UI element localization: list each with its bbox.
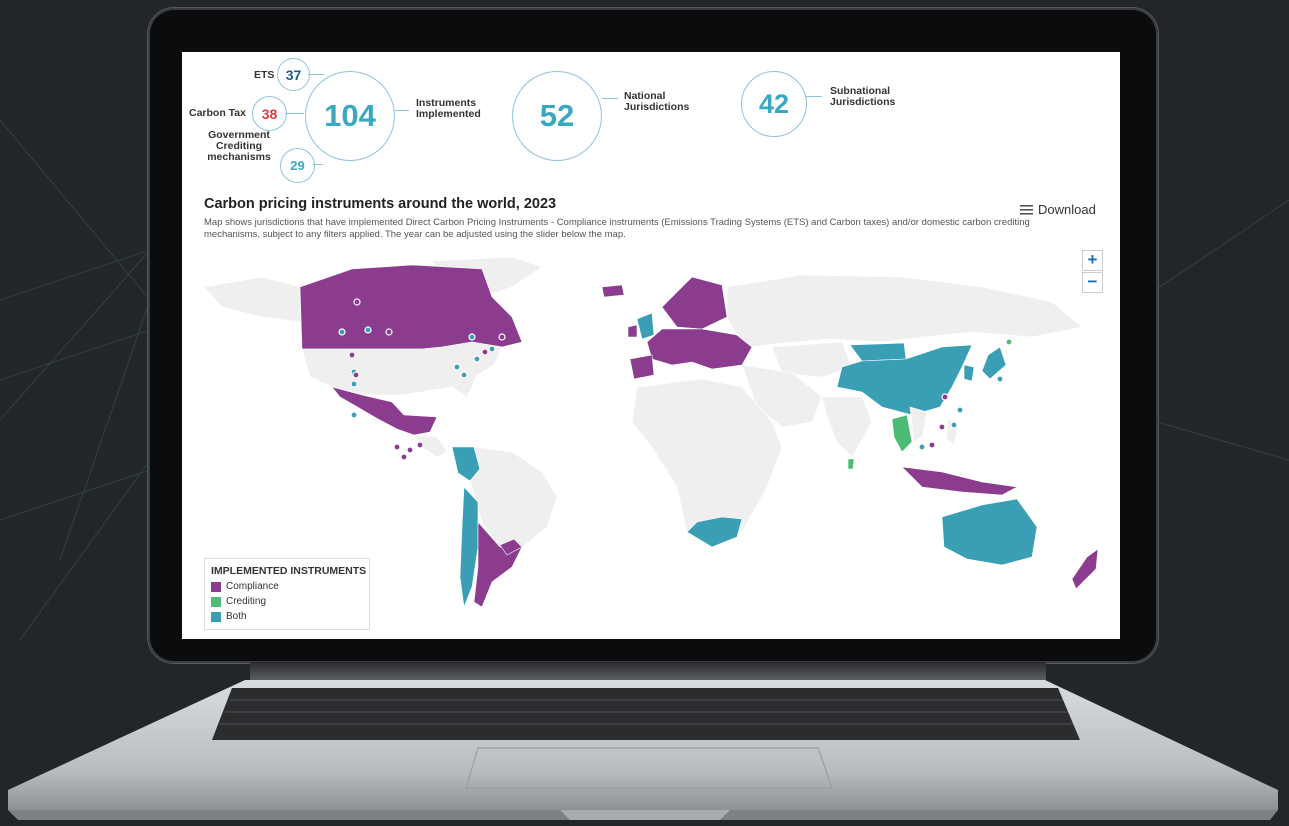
compliance-swatch — [211, 581, 221, 592]
korea — [963, 364, 975, 382]
crediting-swatch — [211, 596, 221, 607]
ets-label: ETS — [254, 69, 275, 81]
europe — [646, 328, 753, 370]
subnational-dot — [338, 328, 346, 336]
ireland — [627, 324, 638, 338]
national-count-circle: 52 — [512, 71, 602, 161]
legend-label: Crediting — [226, 596, 267, 607]
subnational-dot — [498, 333, 506, 341]
indonesia — [901, 466, 1018, 496]
subnational-count-circle: 42 — [741, 71, 807, 137]
subnational-dot — [416, 441, 424, 449]
sri-lanka — [847, 458, 855, 470]
subnational-dot — [350, 380, 358, 388]
australia — [941, 498, 1038, 566]
subnational-dot — [941, 393, 949, 401]
download-button[interactable]: Download — [1020, 202, 1096, 217]
vietnam — [909, 406, 928, 443]
crediting-count-circle: 29 — [280, 148, 315, 183]
legend-item-crediting[interactable]: Crediting — [211, 595, 369, 608]
map-legend: IMPLEMENTED INSTRUMENTS Compliance Credi… — [204, 558, 370, 630]
subnational-dot — [350, 411, 358, 419]
subnational-dot — [364, 326, 372, 334]
carbon-tax-label: Carbon Tax — [189, 107, 246, 119]
subnational-dot — [406, 446, 414, 454]
subnational-dot — [353, 298, 361, 306]
subnational-dot — [488, 345, 496, 353]
zoom-in-button[interactable]: + — [1082, 250, 1103, 271]
iceland — [601, 284, 625, 298]
subnational-dot — [996, 375, 1004, 383]
carbon-tax-count-circle: 38 — [252, 96, 287, 131]
screen: 37 ETS 38 Carbon Tax 29 Government Credi… — [182, 52, 1120, 639]
ets-count-circle: 37 — [277, 58, 310, 91]
subnational-dot — [348, 351, 356, 359]
national-label: National Jurisdictions — [624, 90, 690, 113]
crediting-label: Government Crediting mechanisms — [207, 129, 271, 163]
subnational-dot — [460, 371, 468, 379]
subnational-dot — [393, 443, 401, 451]
legend-label: Both — [226, 611, 247, 622]
map-title: Carbon pricing instruments around the wo… — [204, 196, 557, 212]
india — [821, 396, 873, 458]
thailand — [891, 414, 913, 453]
japan — [981, 346, 1007, 380]
instruments-count-circle: 104 — [305, 71, 395, 161]
subnational-dot — [453, 363, 461, 371]
menu-icon — [1020, 204, 1033, 215]
subnational-dot — [950, 421, 958, 429]
subnational-dot — [918, 443, 926, 451]
united-states — [301, 341, 503, 398]
russia — [726, 274, 1083, 348]
laptop-base — [8, 680, 1278, 820]
both-swatch — [211, 611, 221, 622]
subnational-dot — [352, 371, 360, 379]
alaska — [203, 276, 303, 323]
legend-item-both[interactable]: Both — [211, 610, 369, 623]
legend-label: Compliance — [226, 581, 279, 592]
subnational-dot — [928, 441, 936, 449]
mongolia — [849, 342, 907, 362]
subnational-dot — [473, 355, 481, 363]
instruments-label: Instruments Implemented — [416, 97, 481, 120]
subnational-dot — [385, 328, 393, 336]
download-label: Download — [1038, 202, 1096, 217]
subnational-dot — [468, 333, 476, 341]
subnational-dot — [1005, 338, 1013, 346]
subnational-dot — [400, 453, 408, 461]
legend-title: IMPLEMENTED INSTRUMENTS — [211, 565, 367, 577]
subnational-dot — [956, 406, 964, 414]
scandinavia — [661, 276, 728, 330]
map-description: Map shows jurisdictions that have implem… — [204, 217, 1030, 240]
iberia — [629, 354, 655, 380]
united-kingdom — [636, 312, 655, 340]
new-zealand — [1071, 548, 1099, 590]
zoom-out-button[interactable]: − — [1082, 272, 1103, 293]
subnational-dot — [481, 348, 489, 356]
subnational-dot — [938, 423, 946, 431]
legend-item-compliance[interactable]: Compliance — [211, 580, 369, 593]
subnational-label: Subnational Jurisdictions — [830, 85, 896, 108]
